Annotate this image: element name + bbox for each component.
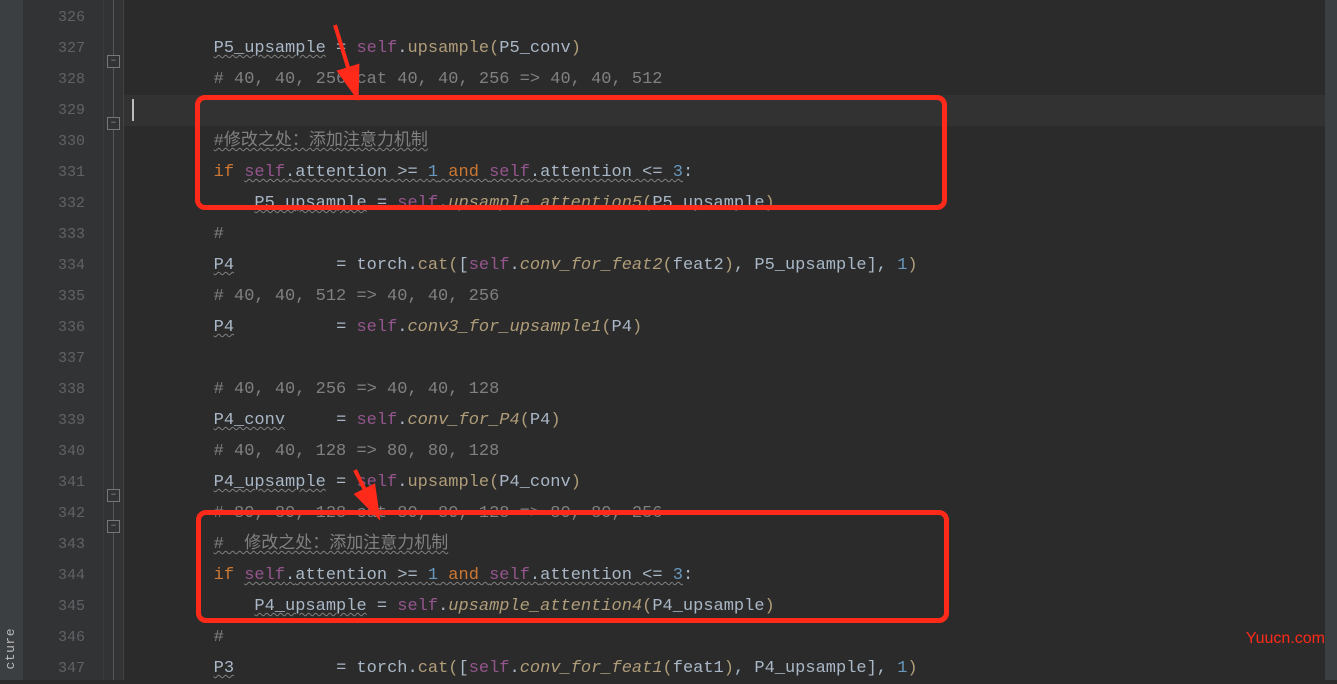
code-line[interactable]: #修改之处：添加注意力机制 [132,126,1337,157]
fold-toggle-icon[interactable]: − [107,117,120,130]
text-caret [132,99,134,121]
line-number: 345 [24,591,85,622]
line-number: 334 [24,250,85,281]
code-line[interactable]: # 40, 40, 256 cat 40, 40, 256 => 40, 40,… [132,64,1337,95]
side-toolbar: cture [0,0,24,680]
line-number: 341 [24,467,85,498]
line-number: 326 [24,2,85,33]
code-line[interactable]: P5_upsample = self.upsample_attention5(P… [132,188,1337,219]
code-line[interactable] [132,2,1337,33]
line-number: 329 [24,95,85,126]
line-number-gutter: 326 327 328 329 330 331 332 333 334 335 … [24,0,104,680]
code-line[interactable]: # [132,622,1337,653]
line-number: 332 [24,188,85,219]
line-number: 347 [24,653,85,684]
line-number: 338 [24,374,85,405]
code-line[interactable]: P4_conv = self.conv_for_P4(P4) [132,405,1337,436]
code-line[interactable]: P4 = self.conv3_for_upsample1(P4) [132,312,1337,343]
line-number: 337 [24,343,85,374]
line-number: 330 [24,126,85,157]
line-number: 343 [24,529,85,560]
line-number: 346 [24,622,85,653]
code-line[interactable]: # 修改之处：添加注意力机制 [132,529,1337,560]
line-number: 340 [24,436,85,467]
line-number: 342 [24,498,85,529]
line-number: 328 [24,64,85,95]
code-line[interactable] [132,343,1337,374]
line-number: 333 [24,219,85,250]
code-line[interactable]: P4_upsample = self.upsample_attention4(P… [132,591,1337,622]
code-line[interactable]: if self.attention >= 1 and self.attentio… [132,560,1337,591]
line-number: 331 [24,157,85,188]
fold-column: − − − − [104,0,124,680]
code-line[interactable]: P5_upsample = self.upsample(P5_conv) [132,33,1337,64]
line-number: 336 [24,312,85,343]
code-line[interactable]: # [132,219,1337,250]
fold-toggle-icon[interactable]: − [107,55,120,68]
code-line[interactable]: P3 = torch.cat([self.conv_for_feat1(feat… [132,653,1337,684]
structure-tab[interactable]: cture [3,628,18,670]
line-number: 327 [24,33,85,64]
code-line[interactable]: P4_upsample = self.upsample(P4_conv) [132,467,1337,498]
fold-toggle-icon[interactable]: − [107,489,120,502]
watermark: Yuucn.com [1246,630,1325,648]
code-line[interactable]: # 80, 80, 128 cat 80, 80, 128 => 80, 80,… [132,498,1337,529]
line-number: 344 [24,560,85,591]
code-line[interactable] [132,95,1337,126]
line-number: 335 [24,281,85,312]
code-line[interactable]: if self.attention >= 1 and self.attentio… [132,157,1337,188]
fold-toggle-icon[interactable]: − [107,520,120,533]
code-line[interactable]: # 40, 40, 512 => 40, 40, 256 [132,281,1337,312]
code-line[interactable]: # 40, 40, 256 => 40, 40, 128 [132,374,1337,405]
code-editor[interactable]: cture 326 327 328 329 330 331 332 333 33… [0,0,1337,680]
code-area[interactable]: P5_upsample = self.upsample(P5_conv) # 4… [124,0,1337,680]
line-number: 339 [24,405,85,436]
code-line[interactable]: P4 = torch.cat([self.conv_for_feat2(feat… [132,250,1337,281]
code-line[interactable]: # 40, 40, 128 => 80, 80, 128 [132,436,1337,467]
